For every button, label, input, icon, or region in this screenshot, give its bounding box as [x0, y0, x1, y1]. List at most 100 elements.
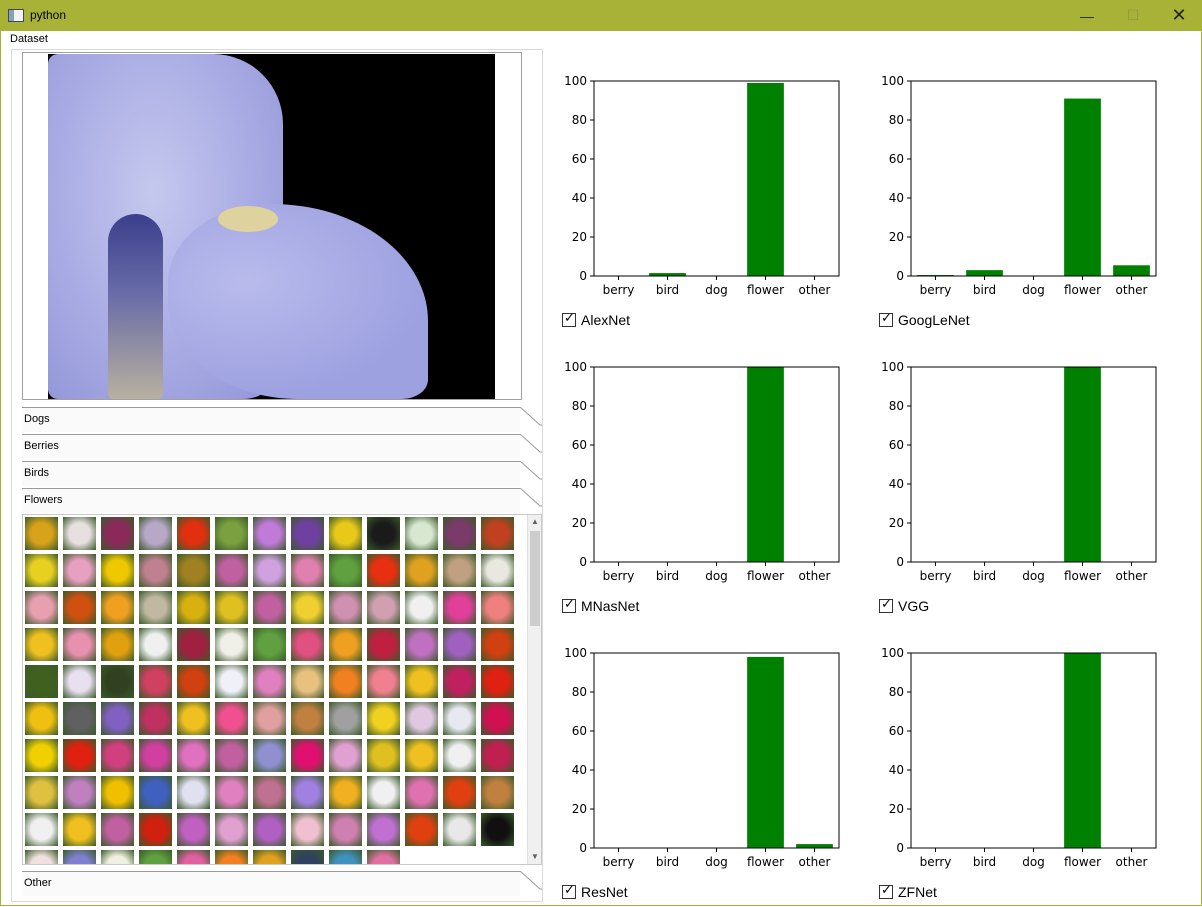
flower-thumbnail[interactable]	[25, 813, 58, 846]
flower-thumbnail[interactable]	[291, 554, 324, 587]
flower-thumbnail[interactable]	[405, 776, 438, 809]
flower-thumbnail[interactable]	[177, 517, 210, 550]
flower-thumbnail[interactable]	[291, 628, 324, 661]
flower-thumbnail[interactable]	[177, 702, 210, 735]
flower-thumbnail[interactable]	[139, 850, 172, 864]
flower-thumbnail[interactable]	[215, 776, 248, 809]
checkbox-check-icon[interactable]	[562, 311, 576, 327]
flower-thumbnail[interactable]	[481, 776, 514, 809]
maximize-button[interactable]: ☐	[1110, 0, 1156, 31]
flower-thumbnail[interactable]	[177, 813, 210, 846]
flower-thumbnail[interactable]	[101, 813, 134, 846]
flower-thumbnail[interactable]	[291, 813, 324, 846]
flower-thumbnail[interactable]	[25, 665, 58, 698]
flower-thumbnail[interactable]	[405, 813, 438, 846]
flower-thumbnail[interactable]	[329, 554, 362, 587]
flower-thumbnail[interactable]	[101, 591, 134, 624]
flower-thumbnail[interactable]	[101, 517, 134, 550]
flower-thumbnail[interactable]	[253, 665, 286, 698]
flower-thumbnail[interactable]	[215, 702, 248, 735]
checkbox-check-icon[interactable]	[879, 597, 893, 613]
scroll-up-icon[interactable]: ▲	[528, 515, 541, 529]
flower-thumbnail[interactable]	[215, 554, 248, 587]
scroll-down-icon[interactable]: ▼	[528, 850, 541, 864]
flower-thumbnail[interactable]	[63, 517, 96, 550]
flower-thumbnail[interactable]	[63, 776, 96, 809]
flower-thumbnail[interactable]	[177, 554, 210, 587]
flower-thumbnail[interactable]	[177, 776, 210, 809]
flower-thumbnail[interactable]	[63, 739, 96, 772]
flower-thumbnail[interactable]	[367, 776, 400, 809]
flower-thumbnail[interactable]	[139, 591, 172, 624]
flower-thumbnail[interactable]	[215, 591, 248, 624]
flower-thumbnail[interactable]	[177, 591, 210, 624]
flower-thumbnail[interactable]	[101, 554, 134, 587]
flower-thumbnail[interactable]	[329, 702, 362, 735]
flower-thumbnail[interactable]	[291, 702, 324, 735]
flower-thumbnail[interactable]	[253, 739, 286, 772]
checkbox-check-icon[interactable]	[879, 311, 893, 327]
flower-thumbnail[interactable]	[215, 813, 248, 846]
flower-thumbnail[interactable]	[367, 517, 400, 550]
flower-thumbnail[interactable]	[443, 813, 476, 846]
flower-thumbnail[interactable]	[481, 517, 514, 550]
flower-thumbnail[interactable]	[25, 554, 58, 587]
flower-thumbnail[interactable]	[405, 739, 438, 772]
flower-thumbnail[interactable]	[329, 517, 362, 550]
section-berries[interactable]: Berries	[22, 434, 542, 459]
flower-thumbnail[interactable]	[367, 850, 400, 864]
flower-thumbnail[interactable]	[25, 739, 58, 772]
flower-thumbnail[interactable]	[367, 665, 400, 698]
flower-thumbnail[interactable]	[329, 665, 362, 698]
flower-thumbnail[interactable]	[139, 517, 172, 550]
flower-thumbnail[interactable]	[25, 702, 58, 735]
flower-thumbnail[interactable]	[367, 702, 400, 735]
flower-thumbnail[interactable]	[481, 739, 514, 772]
flower-thumbnail[interactable]	[25, 776, 58, 809]
flower-thumbnail[interactable]	[253, 591, 286, 624]
section-other[interactable]: Other	[22, 871, 542, 896]
flower-thumbnail[interactable]	[367, 739, 400, 772]
flower-thumbnail[interactable]	[63, 554, 96, 587]
flower-thumbnail[interactable]	[215, 850, 248, 864]
flower-thumbnail[interactable]	[253, 813, 286, 846]
flower-thumbnail[interactable]	[443, 665, 476, 698]
flower-thumbnail[interactable]	[405, 591, 438, 624]
flower-thumbnail[interactable]	[139, 702, 172, 735]
flower-thumbnail[interactable]	[253, 776, 286, 809]
checkbox-check-icon[interactable]	[562, 597, 576, 613]
flower-thumbnail[interactable]	[481, 628, 514, 661]
checkbox-check-icon[interactable]	[562, 883, 576, 899]
flower-thumbnail[interactable]	[63, 628, 96, 661]
flower-thumbnail[interactable]	[101, 776, 134, 809]
flower-thumbnail[interactable]	[101, 702, 134, 735]
flower-thumbnail[interactable]	[481, 813, 514, 846]
flower-thumbnail[interactable]	[215, 665, 248, 698]
vertical-scrollbar[interactable]: ▲ ▼	[527, 515, 541, 864]
flower-thumbnail[interactable]	[443, 554, 476, 587]
flower-thumbnail[interactable]	[101, 850, 134, 864]
flower-thumbnail[interactable]	[25, 591, 58, 624]
flower-thumbnail[interactable]	[101, 665, 134, 698]
flower-thumbnail[interactable]	[443, 739, 476, 772]
flower-thumbnail[interactable]	[139, 554, 172, 587]
flower-thumbnail[interactable]	[405, 702, 438, 735]
section-flowers[interactable]: Flowers	[22, 488, 542, 513]
flower-thumbnail[interactable]	[405, 628, 438, 661]
flower-thumbnail[interactable]	[291, 517, 324, 550]
section-birds[interactable]: Birds	[22, 461, 542, 486]
section-dogs[interactable]: Dogs	[22, 407, 542, 432]
flower-thumbnail[interactable]	[481, 665, 514, 698]
flower-thumbnail[interactable]	[25, 517, 58, 550]
flower-thumbnail[interactable]	[291, 739, 324, 772]
flower-thumbnail[interactable]	[177, 665, 210, 698]
flower-thumbnail[interactable]	[215, 517, 248, 550]
flower-thumbnail[interactable]	[367, 591, 400, 624]
flower-thumbnail[interactable]	[291, 665, 324, 698]
checkbox-check-icon[interactable]	[879, 883, 893, 899]
flower-thumbnail[interactable]	[329, 628, 362, 661]
flower-thumbnail[interactable]	[367, 628, 400, 661]
flower-thumbnail[interactable]	[443, 591, 476, 624]
flower-thumbnail[interactable]	[481, 554, 514, 587]
flower-thumbnail[interactable]	[481, 591, 514, 624]
